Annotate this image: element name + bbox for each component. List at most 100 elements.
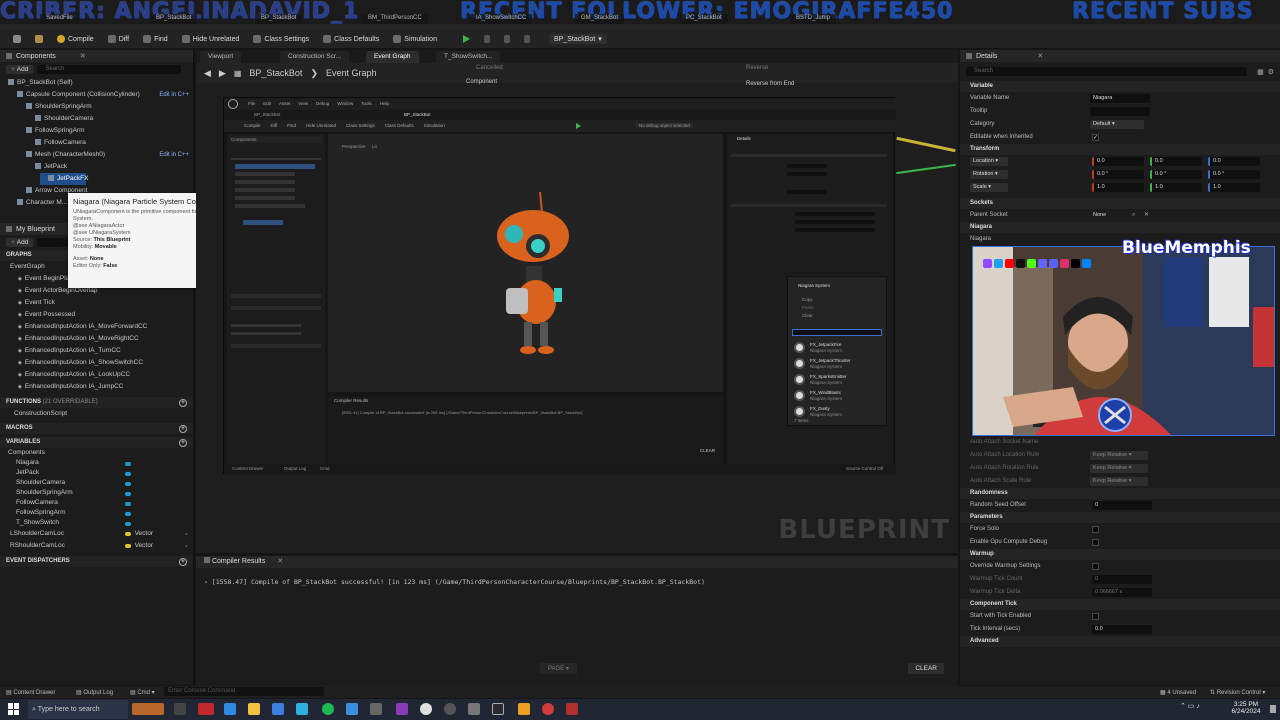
search-icon[interactable]: ⌕ <box>1132 209 1135 222</box>
event-node-item[interactable]: ◆ EnhancedInputAction IA_MoveRightCC <box>0 333 193 345</box>
variable-name-input[interactable]: Niagara <box>1090 94 1150 103</box>
taskbar-app-icon[interactable] <box>396 703 408 715</box>
inner-menu-item[interactable]: Debug <box>316 101 329 106</box>
content-drawer-button[interactable]: ▤ Content Drawer <box>6 689 55 696</box>
task-view-icon[interactable] <box>174 703 186 715</box>
event-node-item[interactable]: ◆ Event Tick <box>0 297 193 309</box>
inner-asset-item[interactable]: FX_WindBlasts Niagara System <box>792 389 884 403</box>
scale-dropdown[interactable]: Scale ▾ <box>970 183 1008 192</box>
add-function-icon[interactable]: + <box>179 399 187 407</box>
taskbar-app-icon[interactable] <box>198 703 214 715</box>
scale-z-input[interactable]: 1.0 <box>1208 183 1260 192</box>
event-node-item[interactable]: ◆ Event Possessed <box>0 309 193 321</box>
sockets-category[interactable]: Sockets <box>960 198 1280 209</box>
location-y-input[interactable]: 0.0 <box>1150 157 1202 166</box>
inner-source-control[interactable]: Source Control Off <box>846 466 883 471</box>
taskbar-news-icon[interactable] <box>132 703 164 715</box>
inner-asset-search[interactable] <box>792 329 882 336</box>
close-icon[interactable]: ✕ <box>277 558 283 565</box>
revision-control-button[interactable]: ⇅ Revision Control ▾ <box>1210 689 1265 696</box>
inner-menu-item[interactable]: File <box>248 101 255 106</box>
add-dispatcher-icon[interactable]: + <box>179 558 187 566</box>
component-tree-item[interactable]: Capsule Component (CollisionCylinder) Edi… <box>0 89 193 101</box>
component-tick-category[interactable]: Component Tick <box>960 599 1280 610</box>
warmup-tick-count-input[interactable]: 0 <box>1092 575 1152 584</box>
rotation-y-input[interactable]: 0.0 ° <box>1150 170 1202 179</box>
system-tray-icons[interactable]: ⌃ ▭ ♪ <box>1180 702 1200 710</box>
inner-tab[interactable]: BP_StackBot <box>254 112 281 117</box>
gpu-debug-checkbox[interactable] <box>1092 539 1099 546</box>
variable-item[interactable]: T_ShowSwitch <box>0 518 193 528</box>
force-solo-checkbox[interactable] <box>1092 526 1099 533</box>
inner-toolbar-button[interactable]: Diff <box>271 123 278 128</box>
component-tree-item[interactable]: Mesh (CharacterMesh0) Edit in C++ <box>0 149 193 161</box>
close-icon[interactable]: ✕ <box>80 52 86 60</box>
grid-view-icon[interactable]: ▦ <box>1257 68 1264 76</box>
file-tab[interactable]: IA_ShowSwitchCC <box>470 14 533 24</box>
file-tab[interactable]: BP_StackBot <box>150 14 198 24</box>
output-log-button[interactable]: ▤ Output Log <box>76 689 113 696</box>
warmup-tick-delta-input[interactable]: 0.066667 s <box>1092 588 1152 597</box>
inner-toolbar-button[interactable]: Class Settings <box>346 123 375 128</box>
inner-menu-item[interactable]: Tools <box>361 101 372 106</box>
tab-show-switch[interactable]: T_ShowSwitch... <box>436 51 501 63</box>
rotation-z-input[interactable]: 0.0 ° <box>1208 170 1260 179</box>
cmd-button[interactable]: ▤ Cmd ▾ <box>130 689 155 696</box>
taskbar-app-icon[interactable] <box>468 703 480 715</box>
component-tree-item[interactable]: FollowCamera <box>0 137 193 149</box>
hide-unrelated-button[interactable]: Hide Unrelated <box>177 34 245 44</box>
debug-object-dropdown[interactable]: BP_StackBot ▾ <box>548 34 607 44</box>
parameters-category[interactable]: Parameters <box>960 512 1280 523</box>
override-warmup-checkbox[interactable] <box>1092 563 1099 570</box>
add-macro-icon[interactable]: + <box>179 425 187 433</box>
clock[interactable]: 3:25 PM 6/24/2024 <box>1226 701 1266 715</box>
component-tree-item[interactable]: FollowSpringArm <box>0 125 193 137</box>
inner-tab[interactable]: BP_StackBot <box>404 112 431 117</box>
inner-menu-item[interactable]: Window <box>337 101 353 106</box>
taskbar-app-icon[interactable] <box>272 703 284 715</box>
taskbar-app-icon[interactable] <box>566 703 578 715</box>
inner-menu-item[interactable]: Asset <box>279 101 290 106</box>
location-dropdown[interactable]: Location ▾ <box>970 157 1008 166</box>
add-component-button[interactable]: + Add <box>6 65 34 74</box>
windows-start-icon[interactable] <box>8 703 20 715</box>
inner-menu-item[interactable]: View <box>298 101 308 106</box>
inner-dropdown-item[interactable]: Clear <box>802 313 813 318</box>
browse-icon[interactable] <box>30 34 48 44</box>
edit-in-cpp-link[interactable]: Edit in C++ <box>159 149 189 161</box>
file-tab[interactable]: PC_StackBot <box>680 14 728 24</box>
taskbar-app-icon[interactable] <box>444 703 456 715</box>
clear-x-icon[interactable]: ✕ <box>1144 209 1149 222</box>
event-node-item[interactable]: ◆ EnhancedInputAction IA_JumpCC <box>0 381 193 393</box>
inner-toolbar-button[interactable]: Compile <box>244 123 261 128</box>
inner-debug-filter[interactable]: No debug object selected <box>636 123 693 128</box>
visibility-icon[interactable]: ⌄ <box>184 540 189 552</box>
advanced-category[interactable]: Advanced <box>960 636 1280 647</box>
aa-location-dropdown[interactable]: Keep Relative ▾ <box>1090 451 1148 460</box>
taskbar-app-icon[interactable] <box>542 703 554 715</box>
location-x-input[interactable]: 0.0 <box>1092 157 1144 166</box>
step-icon[interactable] <box>479 34 495 44</box>
file-tab[interactable]: BSTD_Jump <box>790 14 837 24</box>
variable-category[interactable]: Variable <box>960 81 1280 92</box>
page-button[interactable]: PAGE ▾ <box>540 663 577 674</box>
tab-event-graph[interactable]: Event Graph <box>366 51 419 63</box>
unreal-engine-icon[interactable] <box>492 703 504 715</box>
inner-asset-item[interactable]: FX_JetpackFire Niagara System <box>792 341 884 355</box>
find-button[interactable]: Find <box>138 34 173 44</box>
play-button[interactable] <box>458 34 475 44</box>
compile-button[interactable]: Compile <box>52 34 99 44</box>
clear-button[interactable]: CLEAR <box>908 663 944 674</box>
inner-content-drawer[interactable]: Content Drawer <box>232 466 264 471</box>
component-tree-item[interactable]: JetPack <box>0 161 193 173</box>
scale-y-input[interactable]: 1.0 <box>1150 183 1202 192</box>
pause-icon[interactable] <box>499 34 515 44</box>
random-seed-input[interactable]: 0 <box>1092 501 1152 510</box>
inner-asset-item[interactable]: FX_JetpackThruster Niagara System <box>792 357 884 371</box>
inner-cmd[interactable]: Cmd <box>320 466 330 471</box>
warmup-category[interactable]: Warmup <box>960 549 1280 560</box>
taskbar-app-icon[interactable] <box>224 703 236 715</box>
inner-menu-item[interactable]: Edit <box>263 101 271 106</box>
component-tree-item[interactable]: JetPackFX <box>40 173 88 185</box>
variable-item[interactable]: Niagara <box>0 458 193 468</box>
